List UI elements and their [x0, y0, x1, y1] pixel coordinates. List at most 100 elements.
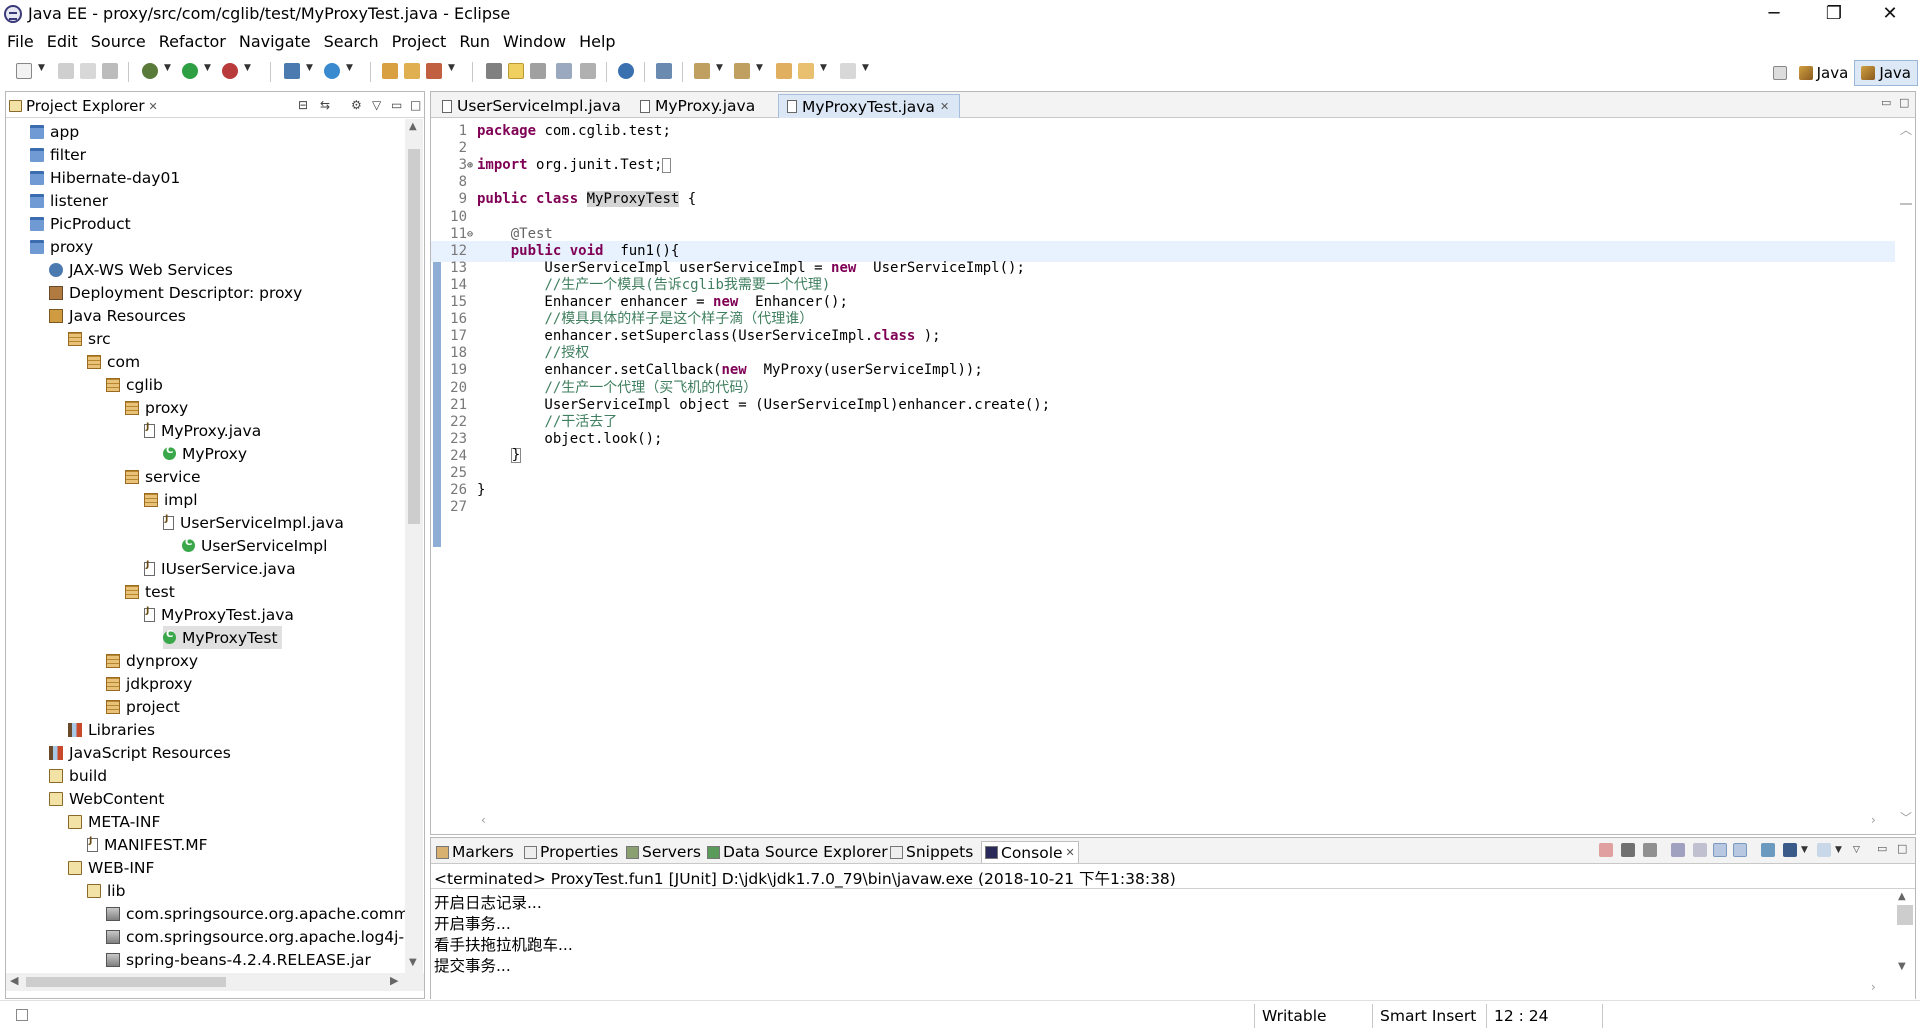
tree-item[interactable]: service — [125, 465, 201, 488]
external-tools-dropdown-icon[interactable]: ▼ — [244, 63, 251, 73]
fast-view-icon[interactable] — [16, 1009, 28, 1021]
tree-item[interactable]: Deployment Descriptor: proxy — [49, 281, 302, 304]
editor-vertical-scrollbar[interactable]: ︿ ﹀ — [1896, 119, 1915, 834]
previous-annotation-dropdown-icon[interactable]: ▼ — [756, 63, 763, 73]
new-class-dropdown-icon[interactable]: ▼ — [346, 63, 353, 73]
open-console-dropdown-icon[interactable]: ▼ — [1835, 845, 1842, 855]
clear-console-icon[interactable] — [1671, 843, 1685, 857]
vertical-scroll-thumb[interactable] — [1897, 905, 1913, 925]
tree-item[interactable]: META-INF — [68, 810, 160, 833]
tree-item[interactable]: WebContent — [49, 787, 164, 810]
scroll-lock-icon[interactable] — [1693, 843, 1707, 857]
tree-item[interactable]: com.springsource.org.apache.log4j-1. — [106, 925, 406, 948]
tree-item[interactable]: WEB-INF — [68, 856, 154, 879]
tree-item[interactable]: MyProxyTest.java — [144, 603, 294, 626]
vertical-scroll-thumb[interactable] — [408, 149, 420, 524]
menu-project[interactable]: Project — [385, 30, 453, 54]
horizontal-scroll-thumb[interactable] — [26, 977, 226, 987]
back-icon[interactable] — [798, 63, 814, 79]
open-perspective-button[interactable] — [1767, 60, 1793, 86]
new-dropdown-icon[interactable]: ▼ — [38, 63, 45, 73]
menu-navigate[interactable]: Navigate — [232, 30, 317, 54]
show-source-icon[interactable] — [580, 63, 596, 79]
scroll-left-icon[interactable]: ◀ — [10, 974, 18, 987]
menu-file[interactable]: File — [0, 30, 40, 54]
tree-item[interactable]: MyProxyTest — [163, 626, 282, 649]
tree-item[interactable]: lib — [87, 879, 125, 902]
next-annotation-icon[interactable] — [694, 63, 710, 79]
minimize-view-icon[interactable]: ▭ — [391, 98, 402, 112]
perspective-java[interactable]: Java — [1793, 60, 1855, 86]
view-menu-icon[interactable]: ▽ — [1853, 845, 1860, 855]
scroll-down-icon[interactable]: ▼ — [409, 957, 417, 968]
tree-item[interactable]: dynproxy — [106, 649, 198, 672]
close-tab-icon[interactable]: ✕ — [1066, 846, 1075, 859]
tree-item[interactable]: Java Resources — [49, 304, 186, 327]
maximize-view-icon[interactable]: □ — [1897, 842, 1907, 855]
editor-horizontal-scrollbar[interactable]: ‹ › — [431, 810, 1895, 834]
remove-all-terminated-icon[interactable] — [1643, 843, 1657, 857]
minimize-view-icon[interactable]: ▭ — [1877, 842, 1887, 855]
print-icon[interactable] — [102, 63, 118, 79]
remove-launch-icon[interactable] — [1621, 843, 1635, 857]
open-task-icon[interactable] — [404, 63, 420, 79]
scroll-left-icon[interactable]: ‹ — [481, 813, 486, 827]
tree-item[interactable]: proxy — [125, 396, 188, 419]
forward-dropdown-icon[interactable]: ▼ — [862, 63, 869, 73]
tree-item[interactable]: PicProduct — [30, 212, 131, 235]
search-icon[interactable] — [426, 63, 442, 79]
tree-item[interactable]: jdkproxy — [106, 672, 192, 695]
show-on-output-icon[interactable] — [1733, 843, 1747, 857]
debug-icon[interactable] — [142, 63, 158, 79]
tree-item[interactable]: app — [30, 120, 79, 143]
project-explorer-tab[interactable]: Project Explorer ✕ — [9, 95, 158, 117]
tree-item[interactable]: UserServiceImpl.java — [163, 511, 344, 534]
toggle-mark-occurrences-icon[interactable] — [486, 63, 502, 79]
scroll-down-icon[interactable]: ▼ — [1898, 961, 1906, 972]
tree-item[interactable]: JavaScript Resources — [49, 741, 231, 764]
close-view-icon[interactable]: ✕ — [149, 100, 158, 113]
menu-help[interactable]: Help — [572, 30, 621, 54]
tree-item[interactable]: Hibernate-day01 — [30, 166, 180, 189]
new-server-icon[interactable] — [284, 63, 300, 79]
menu-refactor[interactable]: Refactor — [152, 30, 232, 54]
run-dropdown-icon[interactable]: ▼ — [204, 63, 211, 73]
link-with-editor-icon[interactable]: ⇆ — [320, 98, 330, 112]
tree-item[interactable]: MyProxy.java — [144, 419, 261, 442]
previous-annotation-icon[interactable] — [734, 63, 750, 79]
scroll-up-icon[interactable]: ▲ — [409, 121, 417, 132]
tree-item[interactable]: JAX-WS Web Services — [49, 258, 233, 281]
forward-icon[interactable] — [840, 63, 856, 79]
project-explorer-horizontal-scrollbar[interactable]: ◀ ▶ — [6, 973, 424, 991]
menu-run[interactable]: Run — [452, 30, 496, 54]
tree-item[interactable]: cglib — [106, 373, 163, 396]
close-button[interactable]: ✕ — [1860, 0, 1920, 30]
tab-myproxytest-java[interactable]: MyProxyTest.java ✕ — [778, 94, 961, 118]
web-browser-icon[interactable] — [618, 63, 634, 79]
tab-servers[interactable]: Servers — [623, 841, 704, 863]
tree-item[interactable]: test — [125, 580, 175, 603]
pin-console-icon[interactable] — [1761, 843, 1775, 857]
menu-edit[interactable]: Edit — [40, 30, 84, 54]
tab-markers[interactable]: Markers — [433, 841, 517, 863]
tree-item[interactable]: project — [106, 695, 180, 718]
external-tools-icon[interactable] — [222, 63, 238, 79]
search-dropdown-icon[interactable]: ▼ — [448, 63, 455, 73]
tree-item[interactable]: IUserService.java — [144, 557, 296, 580]
tab-myproxy-java[interactable]: MyProxy.java — [631, 94, 766, 118]
new-icon[interactable] — [16, 63, 32, 79]
block-selection-icon[interactable] — [530, 63, 546, 79]
next-annotation-dropdown-icon[interactable]: ▼ — [716, 63, 723, 73]
tree-item[interactable]: src — [68, 327, 111, 350]
maximize-editor-icon[interactable]: □ — [1899, 96, 1909, 109]
terminate-icon[interactable] — [1599, 843, 1613, 857]
console-vertical-scrollbar[interactable]: ▲ ▼ — [1895, 889, 1915, 999]
show-whitespace-icon[interactable] — [556, 63, 572, 79]
scroll-down-icon[interactable]: ﹀ — [1900, 809, 1912, 826]
minimize-editor-icon[interactable]: ▭ — [1881, 96, 1891, 109]
open-console-icon[interactable] — [1817, 843, 1831, 857]
view-dropdown-icon[interactable]: ▽ — [372, 98, 381, 112]
tree-item[interactable]: com.springsource.org.apache.commo — [106, 902, 406, 925]
scroll-right-icon[interactable]: ▶ — [390, 974, 398, 987]
tree-item[interactable]: proxy — [30, 235, 93, 258]
